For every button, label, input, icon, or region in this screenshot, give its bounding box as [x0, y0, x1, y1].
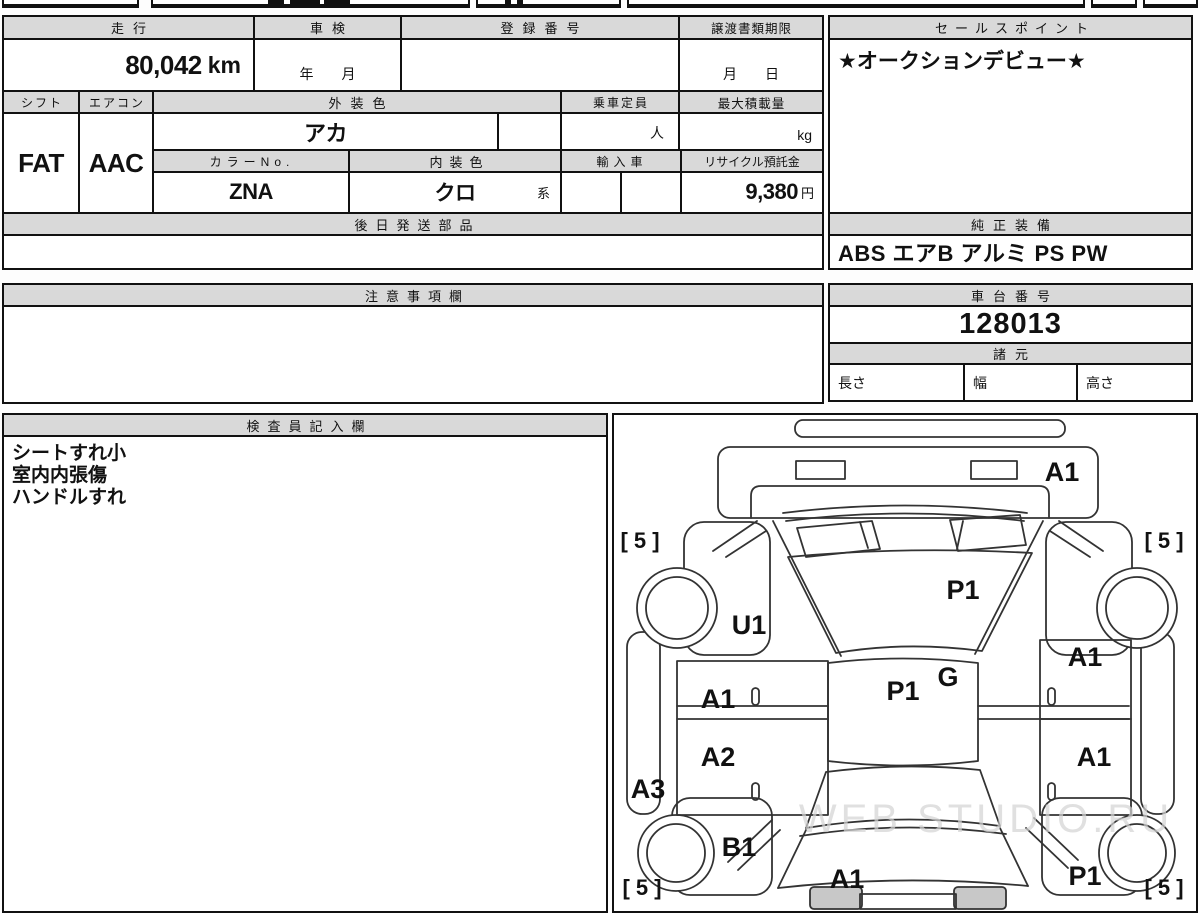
- later-parts-value: [4, 236, 822, 268]
- aircon-value: AAC: [80, 114, 154, 212]
- exterior-color-extra-cell: [499, 114, 560, 149]
- interior-color-value: クロ: [434, 182, 477, 206]
- mileage-value: 80,042 km: [4, 40, 255, 90]
- notes-block: 注意事項欄: [2, 283, 824, 404]
- auction-sheet: { "colors": { "header_bg": "#d9d9d9", "b…: [0, 0, 1200, 913]
- color-no-header: カラーNo.: [154, 151, 350, 171]
- damage-mark: U1: [732, 610, 767, 640]
- inspection-value: 年 月: [255, 40, 402, 90]
- inspector-line: ハンドルすれ: [12, 487, 127, 508]
- import-header: 輸入車: [562, 151, 682, 171]
- recycle-header: リサイクル預託金: [682, 151, 822, 171]
- exterior-color-header: 外装色: [154, 92, 562, 112]
- exterior-color-value: アカ: [154, 114, 499, 150]
- front-right-wheel: [1096, 567, 1178, 649]
- inspection-header: 車検: [255, 17, 402, 38]
- damage-mark: [ 5 ]: [1144, 528, 1183, 553]
- spec-length: 長さ: [830, 365, 965, 400]
- damage-mark: [ 5 ]: [620, 528, 659, 553]
- front-left-wheel: [636, 567, 718, 649]
- front-panel: [717, 446, 1099, 519]
- front-left-lamp: [795, 460, 846, 480]
- recycle-value: 9,380: [745, 179, 798, 205]
- damage-mark: A1: [1045, 457, 1080, 487]
- color-no-value: ZNA: [154, 172, 350, 212]
- equipment-value: ABS エアB アルミ PS PW: [838, 241, 1108, 266]
- interior-color-cell: クロ 系: [350, 173, 560, 212]
- import-cell-2: [622, 172, 682, 212]
- spec-height: 高さ: [1086, 374, 1114, 391]
- damage-mark: A1: [701, 684, 736, 714]
- notes-header: 注意事項欄: [4, 285, 822, 305]
- mileage-header: 走行: [4, 17, 255, 38]
- front-bumper-strip: [794, 419, 1066, 438]
- damage-mark: B1: [722, 832, 757, 862]
- inspector-header: 検査員記入欄: [4, 415, 606, 435]
- damage-mark: [ 5 ]: [622, 875, 661, 900]
- rear-bumper-right-pad: [953, 886, 1007, 910]
- payload-value: kg: [797, 127, 812, 144]
- sales-point-header: セールスポイント: [830, 17, 1191, 38]
- sales-point-block: セールスポイント ★オークションデビュー★ 純正装備 ABS エアB アルミ P…: [828, 15, 1193, 270]
- recycle-value-cell: 9,380 円: [682, 173, 822, 212]
- chassis-header: 車台番号: [830, 285, 1191, 305]
- spec-width: 幅: [965, 365, 1078, 400]
- equipment-header: 純正装備: [830, 214, 1191, 234]
- registration-header: 登録番号: [402, 17, 680, 38]
- chassis-value: 128013: [959, 308, 1062, 340]
- shift-header: シフト: [4, 92, 80, 112]
- damage-mark: P1: [886, 676, 919, 706]
- recycle-unit: 円: [800, 185, 814, 201]
- damage-mark: [ 5 ]: [1144, 875, 1183, 900]
- damage-mark: G: [937, 662, 958, 692]
- front-right-lamp: [970, 460, 1018, 480]
- transfer-deadline-header: 譲渡書類期限: [680, 17, 822, 38]
- inspector-line: シートすれ小: [12, 443, 127, 464]
- chassis-specs-block: 車台番号 128013 諸元 長さ 幅 高さ: [828, 283, 1193, 402]
- vehicle-info-table: 走行 車検 登録番号 譲渡書類期限 80,042 km 年 月 月 日 シフト …: [2, 15, 824, 270]
- aircon-header: エアコン: [80, 92, 154, 112]
- inspector-block: 検査員記入欄 シートすれ小 室内内張傷 ハンドルすれ: [2, 413, 608, 913]
- interior-color-suffix: 系: [536, 185, 550, 201]
- capacity-header: 乗車定員: [562, 92, 680, 112]
- specs-header: 諸元: [830, 344, 1191, 363]
- inspector-line: 室内内張傷: [12, 465, 108, 486]
- rear-bumper-center: [859, 893, 957, 910]
- damage-mark: A3: [631, 774, 666, 804]
- damage-mark: A1: [1077, 742, 1112, 772]
- right-rocker-panel: [1140, 631, 1175, 815]
- sales-point-content: ★オークションデビュー★: [830, 40, 1191, 212]
- damage-mark: P1: [1068, 861, 1101, 891]
- interior-color-header: 内装色: [350, 151, 560, 171]
- payload-header: 最大積載量: [680, 92, 822, 112]
- windshield: [787, 549, 1033, 654]
- damage-mark: A2: [701, 742, 736, 772]
- right-front-door-handle: [1047, 687, 1056, 706]
- mileage-number: 80,042: [125, 49, 202, 80]
- notes-content: [4, 307, 822, 402]
- registration-value: [402, 40, 680, 90]
- mileage-unit: km: [207, 51, 241, 78]
- import-cell-1: [562, 172, 622, 212]
- damage-mark: P1: [946, 575, 979, 605]
- capacity-value: 人: [562, 114, 680, 150]
- transfer-value: 月 日: [723, 66, 779, 82]
- left-front-door-handle: [751, 687, 760, 706]
- sales-point-text: ★オークションデビュー★: [838, 50, 1086, 73]
- damage-mark: A1: [1068, 642, 1103, 672]
- watermark: WEB STUDIO.RU: [799, 797, 1173, 841]
- shift-value: FAT: [4, 114, 80, 212]
- later-parts-header: 後日発送部品: [4, 214, 822, 234]
- car-diagram-svg: WEB STUDIO.RU A1 [ 5 ] [ 5 ] P1 U1 A1 G P1 A1 A2 A…: [620, 419, 1184, 910]
- damage-diagram-block: WEB STUDIO.RU A1 [ 5 ] [ 5 ] P1 U1 A1 G P1 A1 A2 A…: [612, 413, 1198, 913]
- damage-mark: A1: [830, 864, 865, 894]
